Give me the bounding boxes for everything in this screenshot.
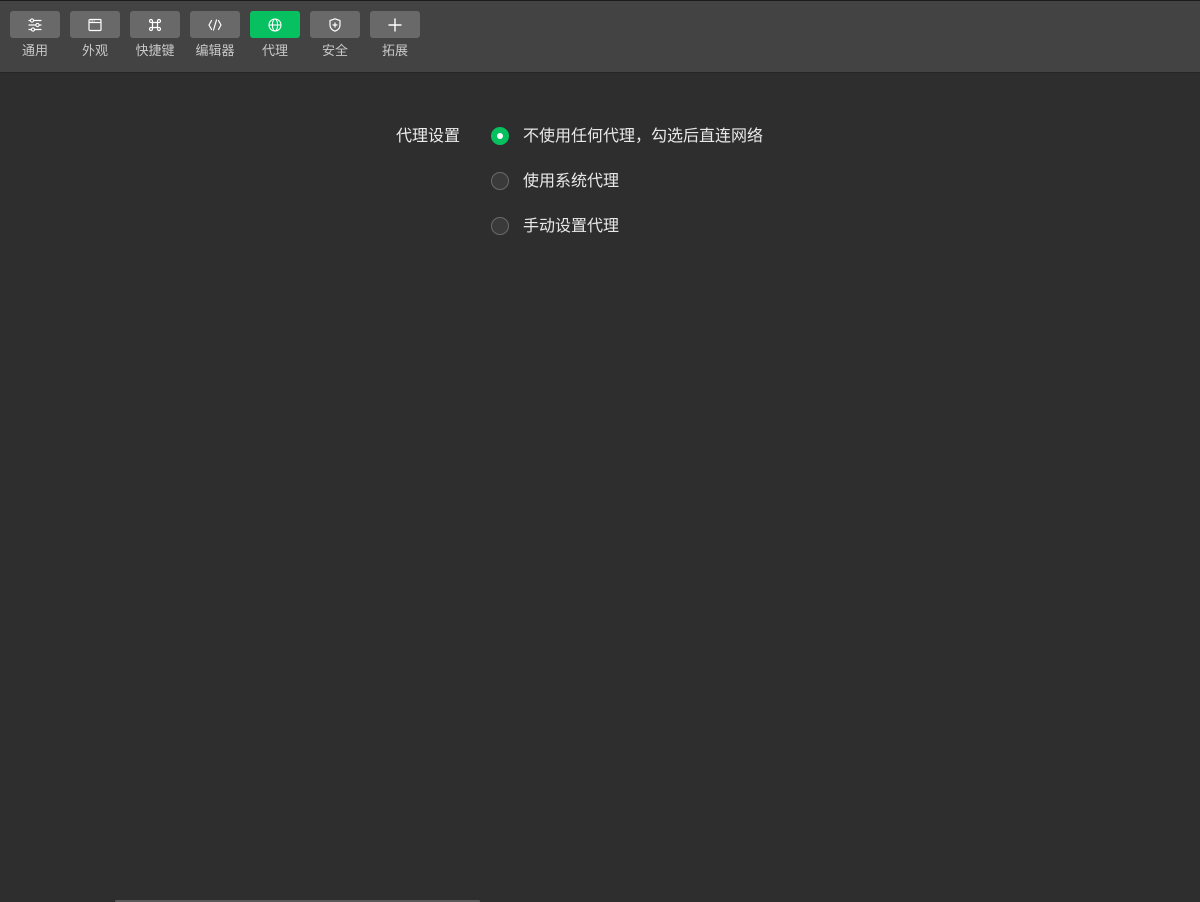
radio-option-no-proxy[interactable]: 不使用任何代理，勾选后直连网络	[491, 125, 763, 147]
proxy-settings-panel: 代理设置 不使用任何代理，勾选后直连网络 使用系统代理 手动设置代理	[0, 73, 1200, 902]
tab-general-button[interactable]	[10, 11, 60, 38]
tab-editor-label: 编辑器	[195, 44, 235, 59]
tab-shortcuts-label: 快捷键	[135, 44, 175, 59]
radio-button-checked[interactable]	[491, 127, 509, 145]
code-brackets-icon	[208, 18, 222, 31]
radio-option-label: 不使用任何代理，勾选后直连网络	[523, 126, 764, 145]
tab-appearance-button[interactable]	[70, 11, 120, 38]
tab-editor[interactable]: 编辑器	[190, 11, 240, 67]
proxy-settings-label: 代理设置	[396, 126, 461, 145]
sliders-icon	[28, 17, 42, 32]
radio-button[interactable]	[491, 217, 509, 235]
tab-extensions[interactable]: 拓展	[370, 11, 420, 67]
plus-icon	[388, 17, 402, 32]
tab-proxy-label: 代理	[261, 44, 288, 59]
tab-shortcuts-button[interactable]	[130, 11, 180, 38]
tab-security[interactable]: 安全	[310, 11, 360, 67]
tab-security-button[interactable]	[310, 11, 360, 38]
tab-general-label: 通用	[21, 44, 48, 59]
globe-icon	[268, 17, 282, 32]
settings-toolbar: 通用 外观 快捷键 编辑器 代理 安全 拓展	[0, 1, 1200, 73]
tab-general[interactable]: 通用	[10, 11, 60, 67]
tab-proxy[interactable]: 代理	[250, 11, 300, 67]
tab-appearance-label: 外观	[81, 44, 108, 59]
tab-editor-button[interactable]	[190, 11, 240, 38]
tab-appearance[interactable]: 外观	[70, 11, 120, 67]
radio-option-system-proxy[interactable]: 使用系统代理	[491, 170, 763, 192]
radio-option-label: 手动设置代理	[523, 216, 620, 235]
window-icon	[88, 18, 102, 31]
radio-option-manual-proxy[interactable]: 手动设置代理	[491, 215, 763, 237]
settings-window: 通用 外观 快捷键 编辑器 代理 安全 拓展 代理设置 不使用任何代理，勾选后直…	[0, 0, 1200, 902]
tab-security-label: 安全	[321, 44, 348, 59]
tab-extensions-button[interactable]	[370, 11, 420, 38]
tab-proxy-button[interactable]	[250, 11, 300, 38]
tab-extensions-label: 拓展	[381, 44, 408, 59]
command-key-icon	[148, 18, 162, 31]
radio-option-label: 使用系统代理	[523, 171, 620, 190]
radio-button[interactable]	[491, 172, 509, 190]
tab-shortcuts[interactable]: 快捷键	[130, 11, 180, 67]
proxy-mode-radio-group: 不使用任何代理，勾选后直连网络 使用系统代理 手动设置代理	[491, 125, 763, 260]
shield-icon	[329, 17, 341, 32]
